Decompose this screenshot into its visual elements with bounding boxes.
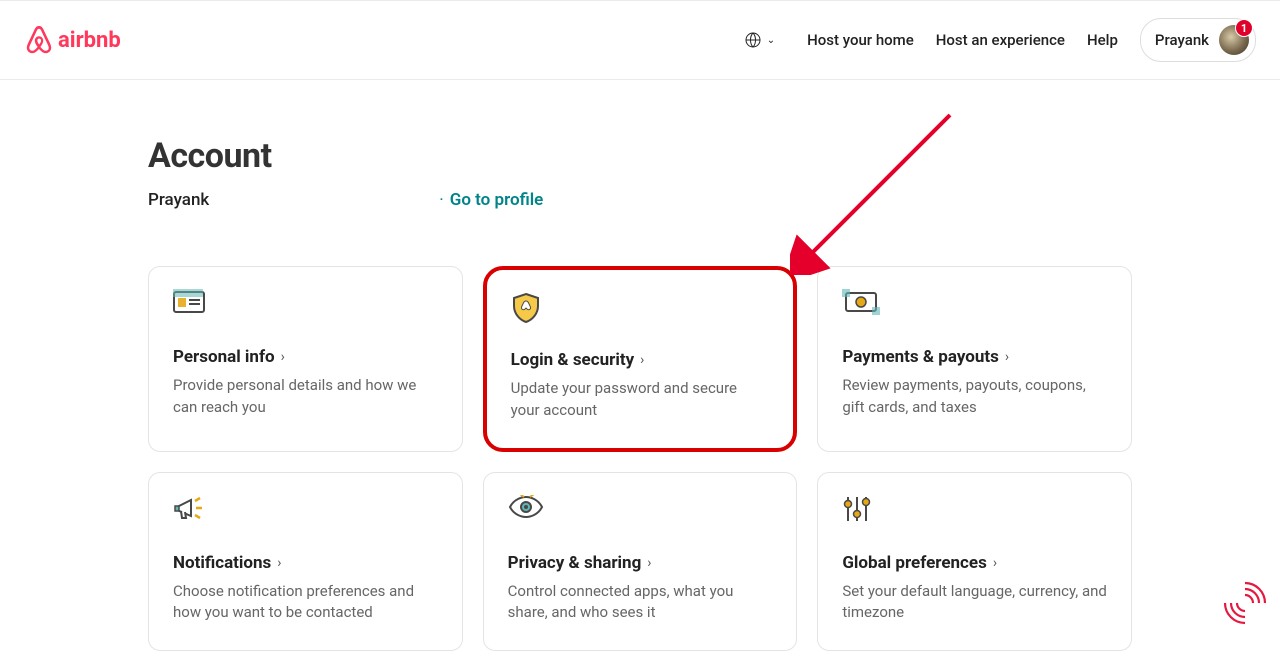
card-title: Personal info [173, 347, 275, 367]
dot-separator: · [439, 190, 443, 210]
brand-name: airbnb [58, 28, 121, 53]
cash-icon [842, 289, 1107, 323]
id-card-icon [173, 289, 438, 323]
card-privacy-sharing[interactable]: Privacy & sharing › Control connected ap… [483, 472, 798, 651]
account-user-name: Prayank [148, 190, 209, 210]
chevron-right-icon: › [281, 349, 285, 365]
main: Account Prayank · Go to profile Personal… [140, 80, 1140, 651]
notification-badge: 1 [1235, 19, 1253, 37]
chevron-down-icon: ⌄ [767, 35, 775, 46]
user-menu[interactable]: Prayank 1 [1140, 18, 1256, 62]
language-picker[interactable]: ⌄ [735, 22, 785, 58]
card-login-security[interactable]: Login & security › Update your password … [483, 266, 798, 452]
account-subrow: Prayank · Go to profile [148, 190, 1132, 210]
card-description: Control connected apps, what you share, … [508, 581, 773, 625]
host-home-link[interactable]: Host your home [807, 31, 914, 49]
megaphone-icon [173, 495, 438, 529]
chevron-right-icon: › [1005, 349, 1009, 365]
card-description: Update your password and secure your acc… [511, 378, 770, 422]
eye-icon [508, 495, 773, 529]
chevron-right-icon: › [277, 555, 281, 571]
globe-icon [745, 32, 761, 48]
card-global-preferences[interactable]: Global preferences › Set your default la… [817, 472, 1132, 651]
card-notifications[interactable]: Notifications › Choose notification pref… [148, 472, 463, 651]
card-payments-payouts[interactable]: Payments & payouts › Review payments, pa… [817, 266, 1132, 452]
card-title: Login & security [511, 350, 635, 370]
card-description: Provide personal details and how we can … [173, 375, 438, 419]
airbnb-logo[interactable]: airbnb [24, 24, 121, 56]
page-title: Account [148, 136, 1132, 176]
help-link[interactable]: Help [1087, 31, 1118, 49]
avatar: 1 [1219, 25, 1249, 55]
chevron-right-icon: › [640, 352, 644, 368]
sliders-icon [842, 495, 1107, 529]
card-description: Review payments, payouts, coupons, gift … [842, 375, 1107, 419]
watermark-icon [1220, 578, 1270, 628]
shield-icon [511, 292, 770, 326]
header: airbnb ⌄ Host your home Host an experien… [0, 0, 1280, 80]
user-name: Prayank [1155, 31, 1209, 49]
card-title: Notifications [173, 553, 271, 573]
card-description: Choose notification preferences and how … [173, 581, 438, 625]
card-title: Payments & payouts [842, 347, 999, 367]
settings-grid: Personal info › Provide personal details… [148, 266, 1132, 651]
airbnb-logo-icon [24, 24, 54, 56]
go-to-profile-link[interactable]: Go to profile [450, 190, 544, 210]
card-description: Set your default language, currency, and… [842, 581, 1107, 625]
host-experience-link[interactable]: Host an experience [936, 31, 1065, 49]
card-title: Global preferences [842, 553, 987, 573]
chevron-right-icon: › [647, 555, 651, 571]
card-personal-info[interactable]: Personal info › Provide personal details… [148, 266, 463, 452]
card-title: Privacy & sharing [508, 553, 642, 573]
header-right: ⌄ Host your home Host an experience Help… [735, 18, 1256, 62]
chevron-right-icon: › [993, 555, 997, 571]
